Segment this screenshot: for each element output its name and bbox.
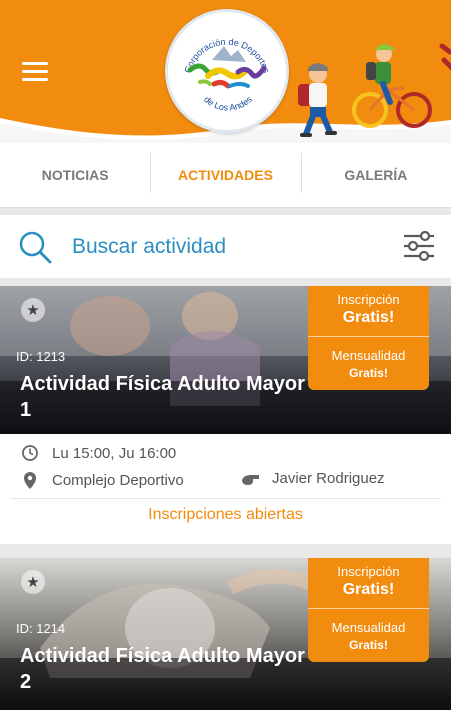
monthly-label: Mensualidad	[331, 348, 406, 363]
activity-id: ID: 1214	[16, 621, 66, 636]
tab-noticias[interactable]: NOTICIAS	[0, 143, 150, 207]
tab-divider	[301, 153, 302, 193]
activity-image[interactable]: ★ ID: 1214 Actividad Física Adulto Mayor…	[0, 558, 451, 710]
tab-divider	[150, 153, 151, 193]
inscription-value: Gratis!	[342, 309, 395, 326]
favorite-star-icon[interactable]: ★	[21, 298, 45, 322]
price-badge: Inscripción Gratis! Mensualidad Gratis!	[308, 558, 429, 662]
enrollment-status-link[interactable]: Inscripciones abiertas	[0, 506, 451, 524]
search-icon[interactable]	[17, 229, 53, 265]
monthly-value: Gratis!	[349, 638, 388, 652]
inscription-value: Gratis!	[342, 581, 395, 598]
runner-illustration	[439, 43, 451, 71]
clock-icon	[22, 445, 38, 461]
price-badge: Inscripción Gratis! Mensualidad Gratis!	[308, 286, 429, 390]
location-pin-icon	[24, 472, 36, 489]
details-divider	[10, 498, 441, 499]
logo: Corporación de Deportes de Los Andes	[165, 9, 289, 133]
monthly-label: Mensualidad	[331, 620, 406, 635]
search-input[interactable]	[72, 227, 372, 267]
cyclist-illustration	[352, 44, 432, 128]
instructor-name: Javier Rodriguez	[272, 470, 385, 487]
filter-icon[interactable]	[402, 230, 436, 262]
schedule-text: Lu 15:00, Ju 16:00	[52, 444, 177, 462]
activity-title: Actividad Física Adulto Mayor 2	[20, 645, 305, 693]
whistle-icon	[242, 474, 259, 485]
activity-card[interactable]: ★ ID: 1214 Actividad Física Adulto Mayor…	[0, 558, 451, 710]
activity-image[interactable]: ★ ID: 1213 Actividad Física Adulto Mayor…	[0, 286, 451, 434]
favorite-star-icon[interactable]: ★	[21, 570, 45, 594]
search-bar	[0, 215, 451, 278]
location-row: Complejo Deportivo	[21, 470, 184, 490]
inscription-label: Inscripción	[337, 564, 400, 579]
inscription-label: Inscripción	[337, 292, 400, 307]
price-divider	[308, 608, 429, 609]
schedule-row: Lu 15:00, Ju 16:00	[21, 444, 176, 462]
instructor-row: Javier Rodriguez	[240, 470, 385, 487]
app-header: Corporación de Deportes de Los Andes	[0, 0, 451, 143]
monthly-value: Gratis!	[349, 366, 388, 380]
activity-details: Lu 15:00, Ju 16:00 Complejo Deportivo Ja…	[0, 434, 451, 544]
menu-button[interactable]	[22, 60, 50, 84]
svg-text:de Los Andes: de Los Andes	[202, 94, 254, 113]
location-text: Complejo Deportivo	[52, 471, 184, 489]
activity-card[interactable]: ★ ID: 1213 Actividad Física Adulto Mayor…	[0, 286, 451, 544]
activity-id: ID: 1213	[16, 349, 66, 364]
tab-galeria[interactable]: GALERÍA	[301, 143, 451, 207]
activity-title: Actividad Física Adulto Mayor 1	[20, 373, 305, 421]
price-divider	[308, 336, 429, 337]
tab-bar: NOTICIAS ACTIVIDADES GALERÍA	[0, 143, 451, 208]
tab-actividades[interactable]: ACTIVIDADES	[150, 143, 300, 207]
kid-hiker-illustration	[298, 63, 337, 137]
